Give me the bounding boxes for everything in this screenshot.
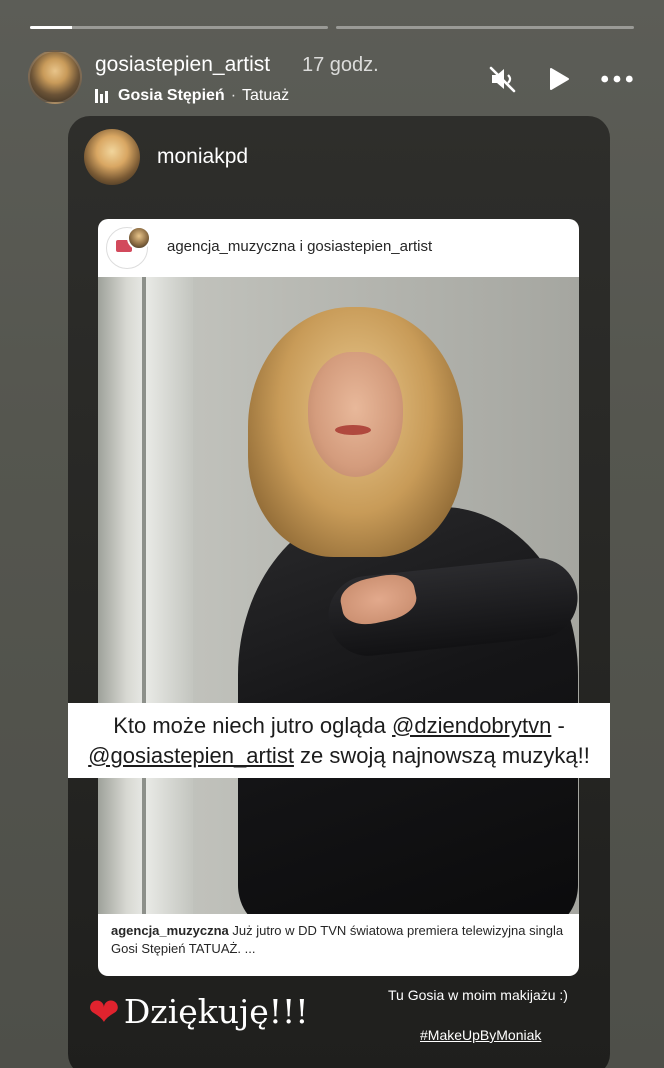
mention-link[interactable]: @gosiastepien_artist — [88, 743, 294, 768]
mention-link[interactable]: @dziendobrytvn — [392, 713, 551, 738]
play-icon[interactable] — [541, 62, 575, 96]
post-caption: agencja_muzyczna Już jutro w DD TVN świa… — [111, 922, 571, 958]
thanks-text: ❤ Dziękuję!!! — [88, 992, 309, 1031]
hashtag-link[interactable]: #MakeUpByMoniak — [420, 1027, 541, 1043]
embedded-post[interactable]: agencja_muzyczna i gosiastepien_artist a… — [98, 219, 579, 976]
window-frame — [142, 277, 146, 914]
post-authors[interactable]: agencja_muzyczna i gosiastepien_artist — [167, 238, 432, 255]
music-title: Tatuaż — [242, 87, 290, 104]
story-username[interactable]: gosiastepien_artist — [95, 53, 270, 77]
caption-username[interactable]: agencja_muzyczna — [111, 923, 229, 938]
face-shape — [308, 352, 403, 477]
sound-muted-icon[interactable] — [486, 62, 520, 96]
story-timestamp: 17 godz. — [302, 54, 379, 76]
overlay-text: Kto może niech jutro ogląda — [113, 712, 393, 738]
progress-fill — [30, 26, 72, 29]
overlay-text-box: Kto może niech jutro ogląda @dziendobryt… — [68, 703, 610, 778]
thanks-label: Dziękuję!!! — [123, 992, 309, 1031]
overlay-text: ze swoją najnowszą muzyką!! — [293, 742, 590, 768]
avatar[interactable] — [84, 129, 140, 185]
music-bars-icon — [95, 89, 108, 103]
post-photo — [98, 277, 579, 914]
overlay-text: - — [551, 712, 565, 738]
lips-shape — [335, 425, 371, 435]
avatar — [106, 226, 151, 269]
progress-segment-current — [30, 26, 328, 29]
heart-icon: ❤ — [88, 989, 120, 1034]
avatar — [127, 226, 151, 250]
more-icon[interactable] — [600, 62, 634, 96]
post-header: agencja_muzyczna i gosiastepien_artist — [98, 219, 579, 277]
music-artist: Gosia Stępień — [118, 87, 225, 104]
overlay-line-2: @gosiastepien_artist ze swoją najnowszą … — [88, 741, 590, 771]
shared-username[interactable]: moniakpd — [157, 145, 248, 169]
story-progress — [30, 26, 634, 29]
overlay-line-1: Kto może niech jutro ogląda @dziendobryt… — [113, 711, 565, 741]
music-separator: · — [230, 87, 237, 104]
music-sticker[interactable]: Gosia Stępień · Tatuaż — [95, 87, 289, 105]
progress-segment-next — [336, 26, 634, 29]
makeup-note: Tu Gosia w moim makijażu :) — [388, 987, 568, 1003]
avatar[interactable] — [28, 50, 82, 104]
